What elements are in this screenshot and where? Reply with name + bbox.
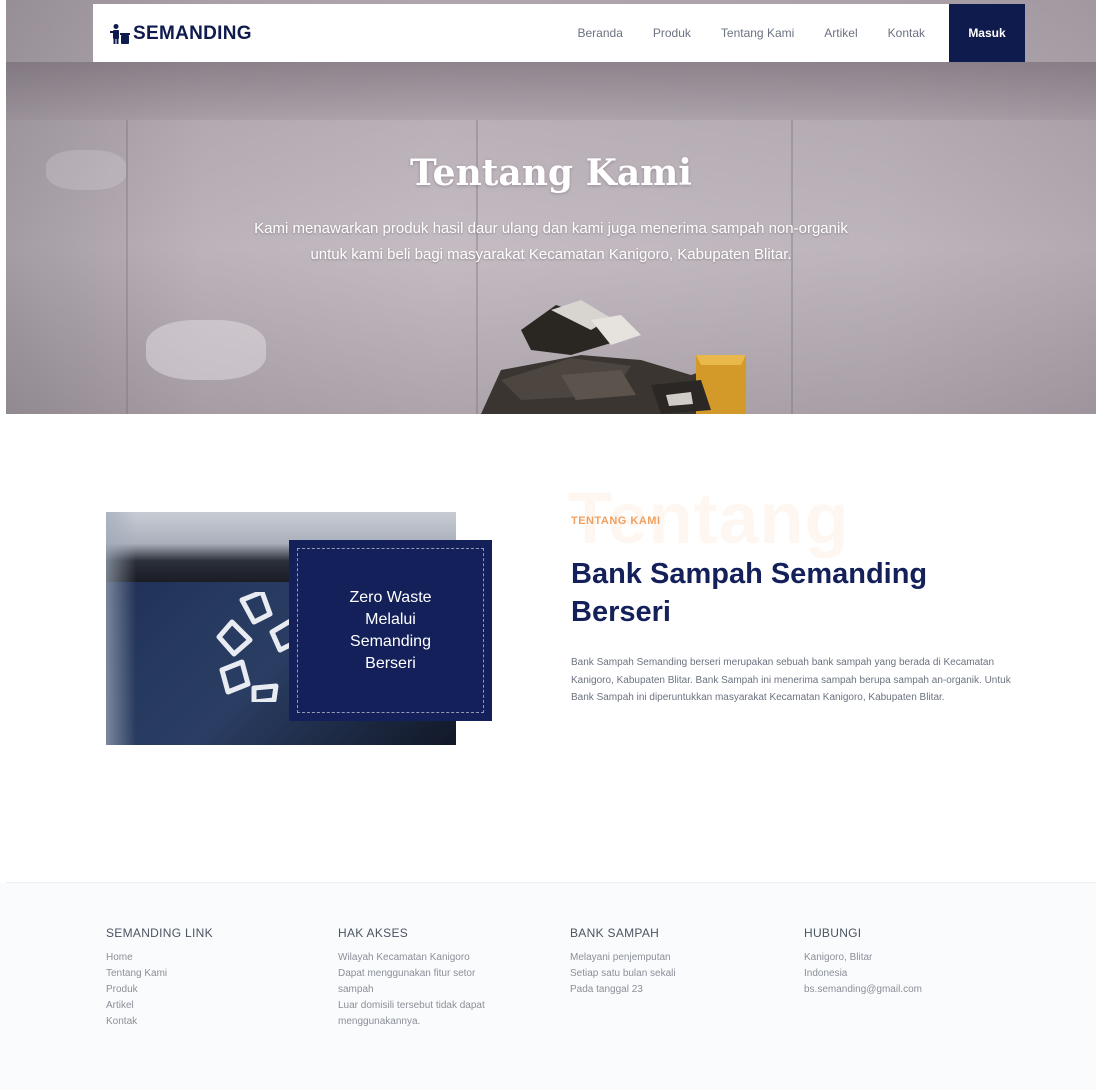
login-button[interactable]: Masuk (949, 4, 1025, 62)
rubble-image (481, 300, 746, 414)
hero-subtitle-line: Kami menawarkan produk hasil daur ulang … (254, 220, 848, 237)
hero-subtitle-line: untuk kami beli bagi masyarakat Kecamata… (310, 246, 792, 263)
recycle-person-icon (110, 24, 130, 44)
hero-wall-stain (146, 320, 266, 380)
footer-link-artikel[interactable]: Artikel (106, 998, 213, 1014)
nav-item-kontak[interactable]: Kontak (888, 26, 925, 40)
footer-heading: SEMANDING LINK (106, 926, 213, 940)
footer-text: Pada tanggal 23 (570, 984, 643, 995)
footer-link-tentang-kami[interactable]: Tentang Kami (106, 966, 213, 982)
section-title: Bank Sampah Semanding Berseri (571, 558, 928, 628)
zero-waste-card-border: Zero Waste Melalui Semanding Berseri (297, 548, 484, 713)
footer-heading: HAK AKSES (338, 926, 409, 940)
nav-menu: Beranda Produk Tentang Kami Artikel Kont… (578, 4, 926, 62)
navbar: SEMANDING Beranda Produk Tentang Kami Ar… (93, 4, 1025, 62)
brand-logo[interactable]: SEMANDING (109, 23, 252, 45)
zero-waste-card: Zero Waste Melalui Semanding Berseri (289, 540, 492, 721)
footer-heading: HUBUNGI (804, 926, 862, 940)
image-highlight (106, 512, 136, 745)
footer-text: menggunakannya. (338, 1016, 421, 1027)
footer-text: Dapat menggunakan fitur setor (338, 968, 476, 979)
footer-heading: BANK SAMPAH (570, 926, 660, 940)
footer-link-home[interactable]: Home (106, 950, 213, 966)
footer-text: sampah (338, 984, 374, 995)
footer-column-contact: HUBUNGI Kanigoro, Blitar Indonesia bs.se… (804, 926, 922, 998)
footer-text: Wilayah Kecamatan Kanigoro (338, 952, 470, 963)
nav-item-produk[interactable]: Produk (653, 26, 691, 40)
footer-text: Indonesia (804, 968, 848, 979)
brand-name: SEMANDING (133, 23, 252, 44)
footer-column-links: SEMANDING LINK Home Tentang Kami Produk … (106, 926, 213, 1030)
nav-item-tentang-kami[interactable]: Tentang Kami (721, 26, 794, 40)
page-title: Tentang Kami (410, 152, 692, 194)
nav-item-artikel[interactable]: Artikel (824, 26, 857, 40)
nav-item-beranda[interactable]: Beranda (578, 26, 623, 40)
section-description: Bank Sampah Semanding berseri merupakan … (571, 657, 1011, 703)
footer-column-access: HAK AKSES Wilayah Kecamatan Kanigoro Dap… (338, 926, 485, 1030)
footer-column-bank-sampah: BANK SAMPAH Melayani penjemputan Setiap … (570, 926, 676, 998)
footer-text: Setiap satu bulan sekali (570, 968, 676, 979)
hero-banner: Tentang Kami Kami menawarkan produk hasi… (6, 0, 1096, 414)
footer-link-kontak[interactable]: Kontak (106, 1014, 213, 1030)
footer-text: Melayani penjemputan (570, 952, 671, 963)
hero-wall-band (6, 62, 1096, 120)
section-eyebrow: TENTANG KAMI (571, 515, 661, 527)
hero-subtitle: Kami menawarkan produk hasil daur ulang … (206, 216, 896, 268)
footer-link-produk[interactable]: Produk (106, 982, 213, 998)
footer-text: Luar domisili tersebut tidak dapat (338, 1000, 485, 1011)
footer-email-link[interactable]: bs.semanding@gmail.com (804, 982, 922, 998)
zero-waste-text: Zero Waste Melalui Semanding Berseri (349, 588, 432, 672)
footer-text: Kanigoro, Blitar (804, 952, 873, 963)
